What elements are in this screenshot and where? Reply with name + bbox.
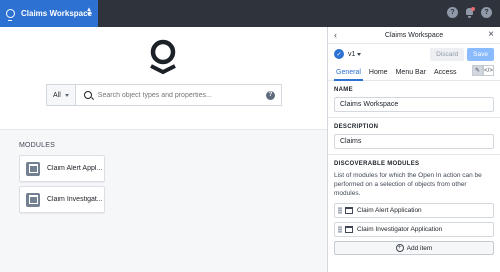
main-area: All ? MODULES Claim Alert Appl... Claim … bbox=[0, 27, 327, 272]
workspace-settings-panel: ‹ Claims Workspace × ✓ v1 Discard Save G… bbox=[327, 27, 500, 272]
description-field[interactable]: Claims bbox=[334, 134, 494, 149]
drag-handle-icon[interactable] bbox=[338, 226, 342, 233]
account-icon[interactable]: ? bbox=[481, 7, 492, 18]
module-label: Claim Alert Appl... bbox=[47, 165, 103, 172]
module-card-claim-investigator[interactable]: Claim Investigat... bbox=[19, 186, 105, 213]
check-icon: ✓ bbox=[334, 49, 344, 59]
module-label: Claim Investigat... bbox=[47, 196, 103, 203]
chevron-down-icon[interactable] bbox=[357, 52, 362, 56]
tab-access[interactable]: Access bbox=[432, 69, 463, 80]
search-input[interactable] bbox=[97, 91, 266, 99]
search-icon bbox=[83, 91, 92, 99]
name-label: NAME bbox=[334, 87, 353, 93]
module-window-icon bbox=[26, 161, 40, 176]
tab-home[interactable]: Home bbox=[367, 69, 394, 80]
plus-circle-icon: + bbox=[395, 244, 404, 252]
discoverable-modules-section: DISCOVERABLE MODULES List of modules for… bbox=[328, 155, 500, 260]
discoverable-modules-description: List of modules for which the Open In ac… bbox=[334, 172, 482, 197]
module-card-claim-alert[interactable]: Claim Alert Appl... bbox=[19, 155, 105, 182]
window-icon bbox=[345, 207, 353, 214]
description-section: DESCRIPTION Claims bbox=[328, 118, 500, 155]
switcher-arrows-icon: ▲ ▼ bbox=[86, 7, 92, 18]
top-icons: ? ? bbox=[447, 7, 492, 18]
search-scope-label: All bbox=[53, 91, 61, 99]
add-item-label: Add item bbox=[406, 244, 433, 252]
top-bar: Claims Workspace ▲ ▼ ? ? bbox=[0, 0, 500, 27]
name-section: NAME Claims Workspace bbox=[328, 81, 500, 118]
code-view-icon[interactable]: </> bbox=[483, 65, 494, 76]
add-item-button[interactable]: + Add item bbox=[334, 241, 494, 255]
modules-heading: MODULES bbox=[19, 142, 56, 149]
save-button[interactable]: Save bbox=[467, 47, 494, 61]
discard-button[interactable]: Discard bbox=[430, 47, 465, 61]
modules-section: MODULES Claim Alert Appl... Claim Invest… bbox=[0, 130, 327, 272]
workspace-title: Claims Workspace bbox=[21, 9, 92, 18]
panel-tabs: General Home Menu Bar Access ✎ </> bbox=[328, 64, 500, 81]
tab-menu-bar[interactable]: Menu Bar bbox=[394, 69, 432, 80]
discoverable-modules-label: DISCOVERABLE MODULES bbox=[334, 161, 420, 167]
search-help-icon[interactable]: ? bbox=[266, 90, 275, 100]
palantir-logo-icon bbox=[6, 9, 15, 21]
discoverable-item-label: Claim Alert Application bbox=[357, 207, 422, 214]
panel-header: ‹ Claims Workspace × bbox=[328, 27, 500, 43]
chevron-down-icon bbox=[64, 93, 69, 97]
close-icon[interactable]: × bbox=[488, 29, 494, 40]
drag-handle-icon[interactable] bbox=[338, 207, 342, 214]
palantir-hero-logo-icon bbox=[150, 39, 176, 75]
description-label: DESCRIPTION bbox=[334, 124, 379, 130]
help-icon[interactable]: ? bbox=[447, 7, 458, 18]
back-chevron-icon[interactable]: ‹ bbox=[334, 30, 337, 40]
notifications-icon[interactable] bbox=[464, 7, 475, 18]
search-bar: All ? bbox=[46, 84, 282, 106]
tab-general[interactable]: General bbox=[334, 69, 367, 81]
discoverable-item[interactable]: Claim Alert Application bbox=[334, 203, 494, 218]
module-window-icon bbox=[26, 192, 40, 207]
window-icon bbox=[345, 226, 353, 233]
discoverable-item[interactable]: Claim Investigator Application bbox=[334, 222, 494, 237]
workspace-switcher[interactable]: Claims Workspace ▲ ▼ bbox=[0, 0, 98, 27]
view-toggle: ✎ </> bbox=[472, 65, 494, 76]
edit-form-icon[interactable]: ✎ bbox=[472, 65, 483, 76]
notification-dot bbox=[471, 7, 475, 11]
search-scope-select[interactable]: All bbox=[47, 85, 76, 105]
name-field[interactable]: Claims Workspace bbox=[334, 97, 494, 112]
version-select[interactable]: v1 bbox=[348, 51, 355, 58]
version-row: ✓ v1 Discard Save bbox=[328, 43, 500, 64]
panel-title: Claims Workspace bbox=[384, 31, 444, 39]
discoverable-item-label: Claim Investigator Application bbox=[357, 226, 443, 233]
